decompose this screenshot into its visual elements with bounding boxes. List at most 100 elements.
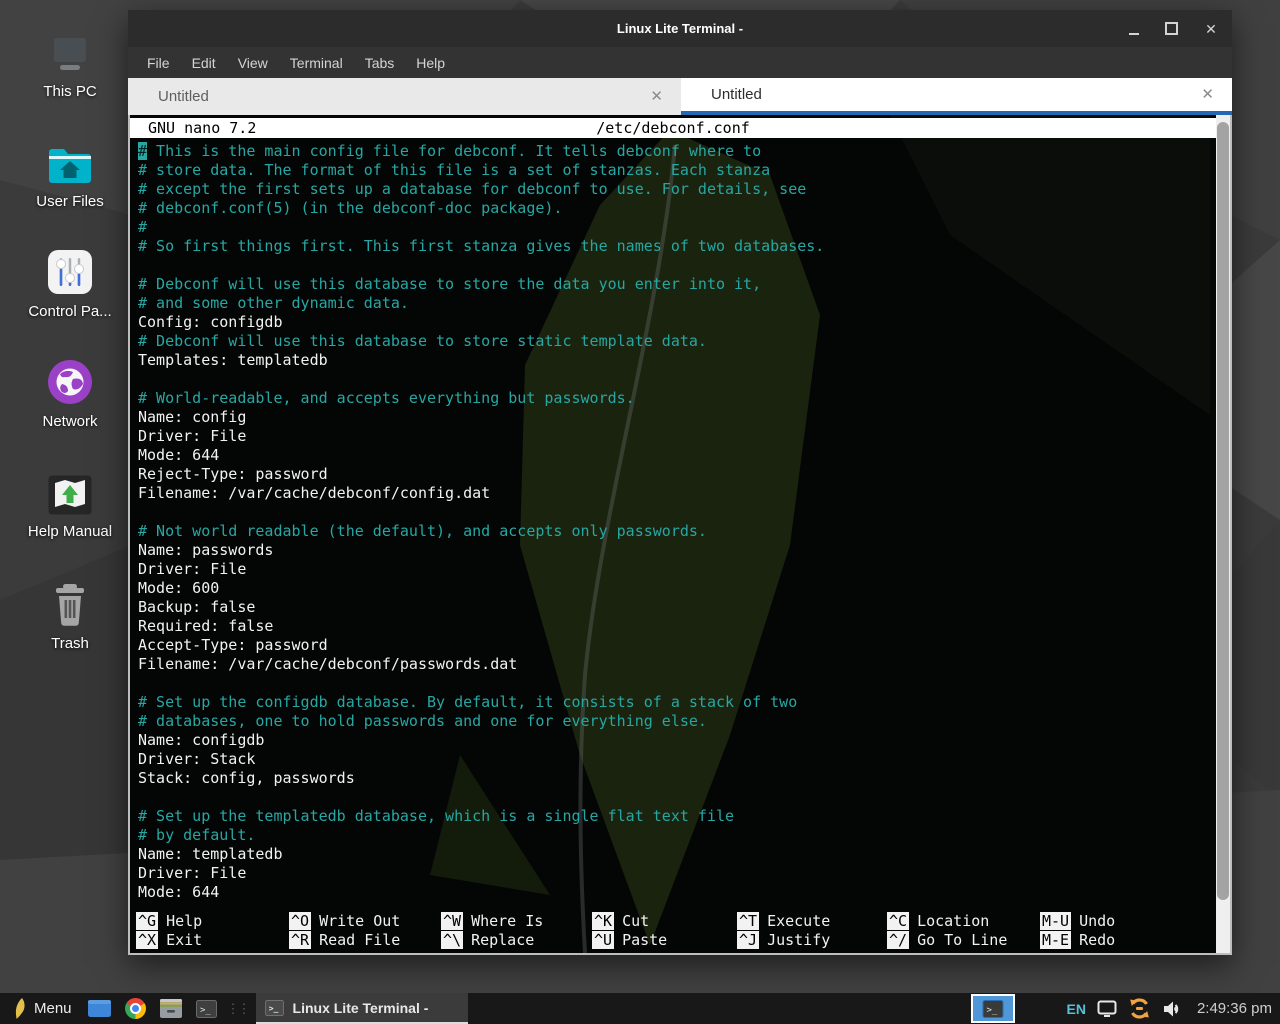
terminal-line: Filename: /var/cache/debconf/config.dat bbox=[138, 484, 1208, 503]
terminal-line: Stack: config, passwords bbox=[138, 769, 1208, 788]
terminal-line: # and some other dynamic data. bbox=[138, 294, 1208, 313]
updates-icon[interactable] bbox=[1128, 997, 1151, 1020]
scrollbar-thumb[interactable] bbox=[1217, 122, 1229, 900]
nano-shortcut-label: Redo bbox=[1079, 931, 1115, 949]
terminal-line: Backup: false bbox=[138, 598, 1208, 617]
desktop-icon-trash[interactable]: Trash bbox=[10, 576, 130, 652]
menu-item-terminal[interactable]: Terminal bbox=[279, 55, 354, 71]
terminal-viewport[interactable]: GNU nano 7.2 /etc/debconf.conf # This is… bbox=[128, 115, 1232, 955]
terminal-line: Driver: File bbox=[138, 864, 1208, 883]
terminal-launcher[interactable]: >_ bbox=[189, 993, 224, 1024]
nano-shortcuts-row1: ^GHelp^OWrite Out^W Where Is ^K Cut ^TExecut… bbox=[136, 912, 1208, 931]
nano-shortcut-label: Exit bbox=[166, 931, 202, 949]
terminal-line: # So first things first. This first stan… bbox=[138, 237, 1208, 256]
terminal-line: # Set up the configdb database. By defau… bbox=[138, 693, 1208, 712]
terminal-line bbox=[138, 788, 1208, 807]
nano-shortcut: ^UPaste bbox=[592, 931, 737, 950]
terminal-line: Driver: Stack bbox=[138, 750, 1208, 769]
terminal-scrollbar[interactable] bbox=[1216, 115, 1230, 953]
nano-shortcut: ^K Cut bbox=[592, 912, 737, 931]
desktop-icon-label: Trash bbox=[10, 635, 130, 652]
taskbar-window-label: Linux Lite Terminal - bbox=[293, 1000, 429, 1016]
desktop-icon-label: User Files bbox=[10, 193, 130, 210]
taskbar: Menu >_ ⋮⋮ >_ Linux Lite Terminal - bbox=[0, 993, 1280, 1024]
terminal-line: # databases, one to hold passwords and o… bbox=[138, 712, 1208, 731]
terminal-line: Config: configdb bbox=[138, 313, 1208, 332]
minimize-button[interactable] bbox=[1129, 31, 1139, 35]
nano-buffer: # This is the main config file for debco… bbox=[138, 142, 1208, 902]
nano-shortcut-label: Cut bbox=[622, 912, 649, 930]
nano-shortcut-key: ^\ bbox=[441, 931, 463, 949]
menu-item-tabs[interactable]: Tabs bbox=[354, 55, 406, 71]
trash-icon bbox=[10, 576, 130, 628]
maximize-button[interactable] bbox=[1165, 22, 1178, 35]
desktop-icon-network[interactable]: Network bbox=[10, 354, 130, 430]
nano-file-path: /etc/debconf.conf bbox=[130, 119, 1216, 137]
display-settings-icon[interactable] bbox=[1097, 1000, 1117, 1018]
nano-shortcut-label: Execute bbox=[767, 912, 830, 930]
terminal-line: # Not world readable (the default), and … bbox=[138, 522, 1208, 541]
chrome-icon bbox=[125, 998, 146, 1019]
tab-bar: Untitled ✕ Untitled ✕ bbox=[128, 78, 1232, 115]
nano-shortcut-label: Paste bbox=[622, 931, 667, 949]
desktop-icon-label: This PC bbox=[10, 83, 130, 100]
desktop-icon-user-files[interactable]: User Files bbox=[10, 134, 130, 210]
nano-shortcut: ^TExecute bbox=[737, 912, 887, 931]
desktop-icon-help-manual[interactable]: Help Manual bbox=[10, 464, 130, 540]
nano-shortcut-key: ^W bbox=[441, 912, 463, 930]
close-button[interactable]: ✕ bbox=[1204, 22, 1218, 36]
terminal-tab-inactive[interactable]: Untitled ✕ bbox=[128, 78, 681, 115]
tab-close-icon[interactable]: ✕ bbox=[650, 89, 663, 104]
nano-shortcut: ^XExit bbox=[136, 931, 289, 950]
desktop-icon-control-panel[interactable]: Control Pa... bbox=[10, 244, 130, 320]
terminal-window: Linux Lite Terminal - ✕ FileEditViewTerm… bbox=[128, 10, 1232, 955]
nano-shortcut-label: Read File bbox=[319, 931, 400, 949]
menu-item-help[interactable]: Help bbox=[405, 55, 456, 71]
nano-shortcut-key: ^J bbox=[737, 931, 759, 949]
chrome-launcher[interactable] bbox=[118, 993, 153, 1024]
computer-icon bbox=[10, 24, 130, 76]
menu-item-file[interactable]: File bbox=[136, 55, 181, 71]
nano-shortcut-label: Replace bbox=[471, 931, 534, 949]
nano-shortcut: ^GHelp bbox=[136, 912, 289, 931]
file-manager-launcher[interactable] bbox=[153, 993, 189, 1024]
control-panel-icon bbox=[10, 244, 130, 296]
keyboard-layout-indicator[interactable]: EN bbox=[1066, 1001, 1085, 1017]
tray-terminal-button[interactable]: >_ bbox=[971, 994, 1015, 1023]
nano-shortcut: ^OWrite Out bbox=[289, 912, 441, 931]
nano-shortcut-label: Where Is bbox=[471, 912, 543, 930]
terminal-tab-active[interactable]: Untitled ✕ bbox=[681, 78, 1232, 115]
nano-titlebar: GNU nano 7.2 /etc/debconf.conf bbox=[130, 118, 1216, 138]
window-titlebar[interactable]: Linux Lite Terminal - ✕ bbox=[128, 10, 1232, 47]
terminal-line: Mode: 600 bbox=[138, 579, 1208, 598]
nano-shortcut: M-UUndo bbox=[1040, 912, 1208, 931]
terminal-line: Accept-Type: password bbox=[138, 636, 1208, 655]
svg-text:>_: >_ bbox=[268, 1004, 278, 1013]
nano-shortcut-label: Undo bbox=[1079, 912, 1115, 930]
menu-item-edit[interactable]: Edit bbox=[181, 55, 227, 71]
desktop-icon-label: Help Manual bbox=[10, 523, 130, 540]
nano-shortcut-key: ^K bbox=[592, 912, 614, 930]
terminal-line bbox=[138, 370, 1208, 389]
desktop-icon-this-pc[interactable]: This PC bbox=[10, 24, 130, 100]
start-menu-button[interactable]: Menu bbox=[0, 993, 81, 1024]
nano-shortcut-label: Location bbox=[917, 912, 989, 930]
show-desktop-button[interactable] bbox=[81, 993, 118, 1024]
terminal-line: # debconf.conf(5) (in the debconf-doc pa… bbox=[138, 199, 1208, 218]
tab-close-icon[interactable]: ✕ bbox=[1201, 87, 1214, 102]
terminal-line: Name: config bbox=[138, 408, 1208, 427]
nano-shortcut-label: Go To Line bbox=[917, 931, 1007, 949]
svg-text:>_: >_ bbox=[200, 1005, 211, 1015]
window-title: Linux Lite Terminal - bbox=[128, 10, 1232, 47]
menu-bar: FileEditViewTerminalTabsHelp bbox=[128, 47, 1232, 78]
clock[interactable]: 2:49:36 pm bbox=[1193, 1000, 1272, 1017]
taskbar-window-button[interactable]: >_ Linux Lite Terminal - bbox=[256, 993, 469, 1024]
nano-shortcut: M-ERedo bbox=[1040, 931, 1208, 950]
start-menu-label: Menu bbox=[34, 1000, 72, 1017]
menu-item-view[interactable]: View bbox=[227, 55, 279, 71]
help-manual-icon bbox=[10, 464, 130, 516]
terminal-line: # except the first sets up a database fo… bbox=[138, 180, 1208, 199]
terminal-icon: >_ bbox=[265, 1000, 284, 1016]
nano-shortcut: ^W Where Is bbox=[441, 912, 592, 931]
volume-icon[interactable] bbox=[1162, 1000, 1182, 1018]
